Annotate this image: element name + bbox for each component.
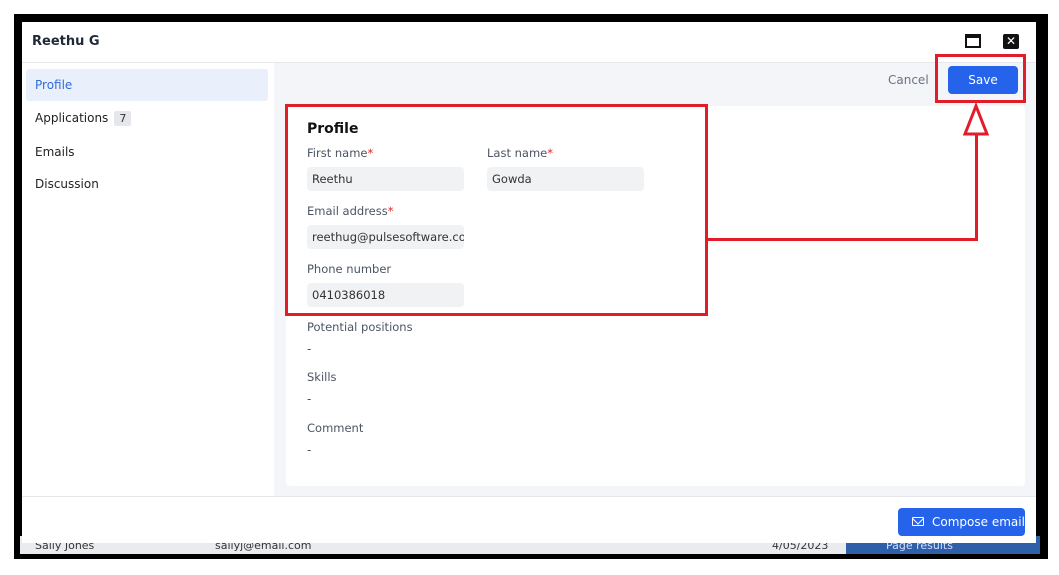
sidebar-item-applications[interactable]: Applications 7 bbox=[26, 102, 268, 134]
skills-value: - bbox=[307, 392, 312, 406]
footer-divider bbox=[22, 496, 1036, 497]
comment-value: - bbox=[307, 443, 312, 457]
sidebar-item-discussion[interactable]: Discussion bbox=[26, 168, 268, 200]
sidebar: Profile Applications 7 Emails Discussion bbox=[22, 63, 274, 496]
sidebar-item-label: Emails bbox=[35, 145, 75, 159]
modal-title: Reethu G bbox=[32, 34, 100, 49]
compose-email-button[interactable]: Compose email bbox=[898, 508, 1025, 536]
cancel-button[interactable]: Cancel bbox=[888, 73, 929, 87]
sidebar-item-label: Profile bbox=[35, 78, 73, 92]
window-maximize-icon[interactable] bbox=[965, 34, 981, 48]
close-icon[interactable]: ✕ bbox=[1003, 34, 1019, 49]
comment-label: Comment bbox=[307, 421, 364, 435]
mail-icon bbox=[912, 517, 924, 526]
annotation-arrow-up-icon bbox=[962, 103, 990, 136]
sidebar-item-label: Applications bbox=[35, 111, 109, 125]
annotation-connector-vertical bbox=[975, 134, 978, 241]
sidebar-item-label: Discussion bbox=[35, 177, 99, 191]
save-highlight-box bbox=[935, 54, 1026, 103]
applications-count-badge: 7 bbox=[114, 111, 132, 126]
profile-highlight-box bbox=[285, 104, 708, 316]
annotation-connector-horizontal bbox=[708, 238, 978, 241]
potential-positions-label: Potential positions bbox=[307, 320, 413, 334]
sidebar-item-emails[interactable]: Emails bbox=[26, 136, 268, 168]
potential-positions-value: - bbox=[307, 342, 312, 356]
compose-email-label: Compose email bbox=[932, 515, 1025, 529]
sidebar-item-profile[interactable]: Profile bbox=[26, 69, 268, 101]
skills-label: Skills bbox=[307, 370, 337, 384]
